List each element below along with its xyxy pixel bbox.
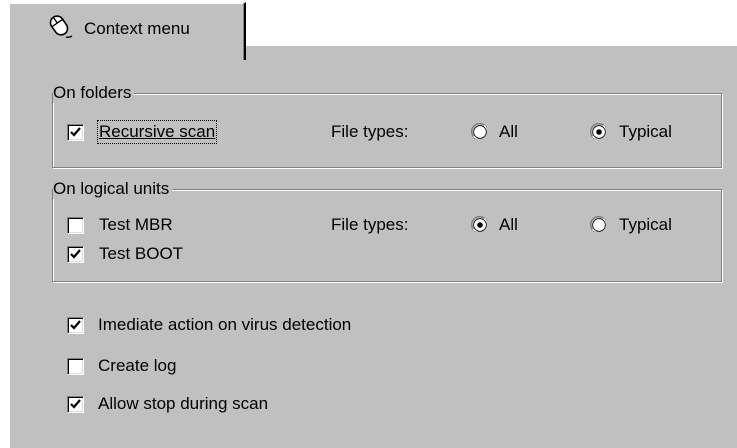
recursive-scan-label[interactable]: Recursive scan [96,120,218,144]
folders-typical-radio[interactable] [590,123,608,141]
on-folders-group: On folders Recursive scan File types: Al… [52,83,722,168]
context-menu-panel: On folders Recursive scan File types: Al… [8,44,737,448]
immediate-action-label[interactable]: Imediate action on virus detection [98,315,351,335]
test-mbr-checkbox[interactable] [67,217,84,234]
create-log-checkbox[interactable] [67,358,84,375]
test-boot-checkbox[interactable] [67,246,84,263]
allow-stop-label[interactable]: Allow stop during scan [98,394,268,414]
immediate-action-checkbox[interactable] [67,317,84,334]
test-mbr-label[interactable]: Test MBR [99,215,173,235]
on-logical-units-group: On logical units Test MBR File types: Al… [52,179,722,282]
logical-typical-label[interactable]: Typical [619,215,672,235]
folders-typical-label[interactable]: Typical [619,122,672,142]
logical-all-label[interactable]: All [499,215,518,235]
on-logical-units-legend: On logical units [53,179,173,199]
recursive-scan-checkbox[interactable] [67,124,84,141]
check-icon [70,320,81,330]
tab-label: Context menu [84,19,190,38]
folders-all-radio[interactable] [471,123,489,141]
folders-all-label[interactable]: All [499,122,518,142]
folders-file-types-label: File types: [331,122,409,141]
logical-file-types-label: File types: [331,215,409,234]
logical-all-radio[interactable] [471,216,489,234]
check-icon [70,249,81,259]
tab-context-menu[interactable]: Context menu [8,2,246,60]
check-icon [70,127,81,137]
logical-typical-radio[interactable] [590,216,608,234]
mouse-icon [49,15,73,39]
on-folders-legend: On folders [53,83,135,103]
allow-stop-checkbox[interactable] [67,396,84,413]
check-icon [70,399,81,409]
create-log-label[interactable]: Create log [98,356,176,376]
test-boot-label[interactable]: Test BOOT [99,244,183,264]
